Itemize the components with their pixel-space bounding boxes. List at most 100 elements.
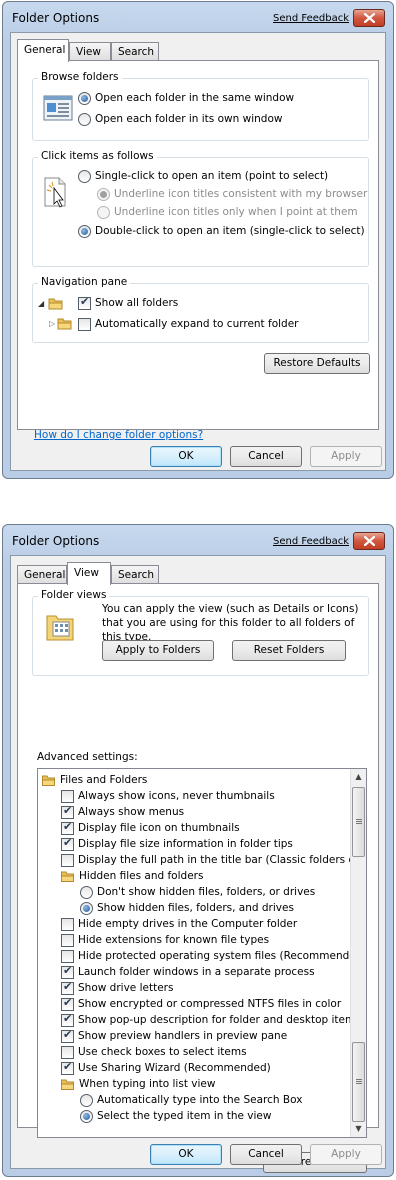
dialog-client-area: General View Search Browse folders Open … <box>10 32 386 471</box>
pointer-click-icon <box>44 177 66 208</box>
list-item[interactable]: Always show icons, never thumbnails <box>61 788 275 804</box>
close-button[interactable] <box>353 9 385 27</box>
tab-view[interactable]: View <box>69 42 111 61</box>
list-item[interactable]: Automatically type into the Search Box <box>80 1092 302 1108</box>
help-link[interactable]: How do I change folder options? <box>34 429 203 441</box>
cancel-button[interactable]: Cancel <box>230 1144 302 1165</box>
list-item[interactable]: Hide empty drives in the Computer folder <box>61 916 297 932</box>
setting-checkbox[interactable] <box>61 1028 74 1043</box>
setting-radio[interactable] <box>80 1093 93 1107</box>
show-all-folders-checkbox[interactable] <box>78 295 91 310</box>
setting-checkbox[interactable] <box>61 804 74 819</box>
window-icon <box>43 95 73 121</box>
vertical-scrollbar[interactable]: ▲ ▼ <box>350 769 366 1137</box>
list-item[interactable]: Show drive letters <box>61 980 173 996</box>
setting-label: Show pop-up description for folder and d… <box>78 1014 361 1026</box>
open-same-window-option[interactable]: Open each folder in the same window <box>78 90 294 106</box>
list-item[interactable]: Show pop-up description for folder and d… <box>61 1012 361 1028</box>
folder-icon <box>57 318 72 330</box>
folder-views-label: Folder views <box>38 589 110 601</box>
open-own-window-label: Open each folder in its own window <box>95 113 283 125</box>
double-click-radio[interactable] <box>78 224 91 238</box>
tab-general[interactable]: General <box>17 39 69 62</box>
single-click-radio[interactable] <box>78 169 91 183</box>
setting-checkbox[interactable] <box>61 853 74 867</box>
setting-checkbox[interactable] <box>61 964 74 979</box>
setting-label: Hide empty drives in the Computer folder <box>78 918 298 930</box>
underline-consistent-radio <box>97 187 110 201</box>
list-item[interactable]: Show preview handlers in preview pane <box>61 1028 287 1044</box>
folder-options-dialog-general: Folder Options Send Feedback General Vie… <box>2 1 394 479</box>
show-all-folders-option[interactable]: Show all folders <box>78 295 178 311</box>
folder-icon <box>48 298 63 310</box>
setting-checkbox[interactable] <box>61 1060 74 1075</box>
title-bar[interactable]: Folder Options Send Feedback <box>3 525 393 555</box>
setting-checkbox[interactable] <box>61 949 74 963</box>
list-item[interactable]: Hide protected operating system files (R… <box>61 948 366 964</box>
open-same-window-radio[interactable] <box>78 91 91 105</box>
window-title: Folder Options <box>12 534 100 548</box>
list-item[interactable]: Display file size information in folder … <box>61 836 293 852</box>
tab-search[interactable]: Search <box>111 42 159 61</box>
list-item[interactable]: Launch folder windows in a separate proc… <box>61 964 315 980</box>
list-item[interactable]: Hide extensions for known file types <box>61 932 269 948</box>
scroll-up-arrow-icon[interactable]: ▲ <box>351 769 366 785</box>
window-title: Folder Options <box>12 11 100 25</box>
tab-search[interactable]: Search <box>111 565 159 584</box>
dialog-client-area: General View Search Folder views You can <box>10 555 386 1173</box>
tab-general[interactable]: General <box>17 565 67 584</box>
auto-expand-option[interactable]: Automatically expand to current folder <box>78 316 299 332</box>
setting-label: Display file size information in folder … <box>78 838 293 850</box>
list-item[interactable]: Always show menus <box>61 804 184 820</box>
folder-icon <box>42 775 55 786</box>
close-icon <box>364 13 375 23</box>
list-item[interactable]: Show hidden files, folders, and drives <box>80 900 294 916</box>
list-item[interactable]: Display file icon on thumbnails <box>61 820 240 836</box>
setting-checkbox[interactable] <box>61 820 74 835</box>
setting-label: Automatically type into the Search Box <box>97 1094 303 1106</box>
close-button[interactable] <box>353 532 385 550</box>
setting-label: Use check boxes to select items <box>78 1046 247 1058</box>
advanced-settings-list[interactable]: Files and Folders Always show icons, neve… <box>37 768 367 1138</box>
scrollbar-thumb-upper[interactable] <box>352 787 365 857</box>
tab-view[interactable]: View <box>67 562 111 585</box>
ok-button[interactable]: OK <box>150 446 222 467</box>
setting-radio[interactable] <box>80 1109 93 1123</box>
setting-radio[interactable] <box>80 885 93 899</box>
setting-checkbox[interactable] <box>61 789 74 803</box>
folder-view-icon <box>46 615 74 641</box>
list-item[interactable]: Use Sharing Wizard (Recommended) <box>61 1060 271 1076</box>
cancel-button[interactable]: Cancel <box>230 446 302 467</box>
scrollbar-thumb-lower[interactable] <box>352 1042 365 1122</box>
open-own-window-option[interactable]: Open each folder in its own window <box>78 111 282 127</box>
list-item[interactable]: Show encrypted or compressed NTFS files … <box>61 996 341 1012</box>
setting-label: Show encrypted or compressed NTFS files … <box>78 998 342 1010</box>
restore-defaults-button[interactable]: Restore Defaults <box>264 353 370 374</box>
setting-checkbox[interactable] <box>61 1045 74 1059</box>
setting-checkbox[interactable] <box>61 996 74 1011</box>
browse-folders-group: Browse folders Open each folder in the s… <box>32 71 369 141</box>
send-feedback-link[interactable]: Send Feedback <box>273 13 349 24</box>
ok-button[interactable]: OK <box>150 1144 222 1165</box>
setting-checkbox[interactable] <box>61 933 74 947</box>
single-click-option[interactable]: Single-click to open an item (point to s… <box>78 168 328 184</box>
list-item[interactable]: Select the typed item in the view <box>80 1108 271 1124</box>
click-items-label: Click items as follows <box>38 150 157 162</box>
list-item[interactable]: Use check boxes to select items <box>61 1044 247 1060</box>
list-item[interactable]: Display the full path in the title bar (… <box>61 852 366 868</box>
setting-radio[interactable] <box>80 901 93 915</box>
open-own-window-radio[interactable] <box>78 112 91 126</box>
double-click-option[interactable]: Double-click to open an item (single-cli… <box>78 223 365 239</box>
send-feedback-link[interactable]: Send Feedback <box>273 536 349 547</box>
setting-checkbox[interactable] <box>61 836 74 851</box>
title-bar[interactable]: Folder Options Send Feedback <box>3 2 393 32</box>
apply-to-folders-button[interactable]: Apply to Folders <box>102 640 214 661</box>
reset-folders-button[interactable]: Reset Folders <box>232 640 346 661</box>
scroll-down-arrow-icon[interactable]: ▼ <box>351 1121 366 1137</box>
setting-label: Always show icons, never thumbnails <box>78 790 275 802</box>
setting-checkbox[interactable] <box>61 917 74 931</box>
auto-expand-checkbox[interactable] <box>78 317 91 331</box>
list-item[interactable]: Don't show hidden files, folders, or dri… <box>80 884 315 900</box>
setting-checkbox[interactable] <box>61 980 74 995</box>
setting-checkbox[interactable] <box>61 1012 74 1027</box>
